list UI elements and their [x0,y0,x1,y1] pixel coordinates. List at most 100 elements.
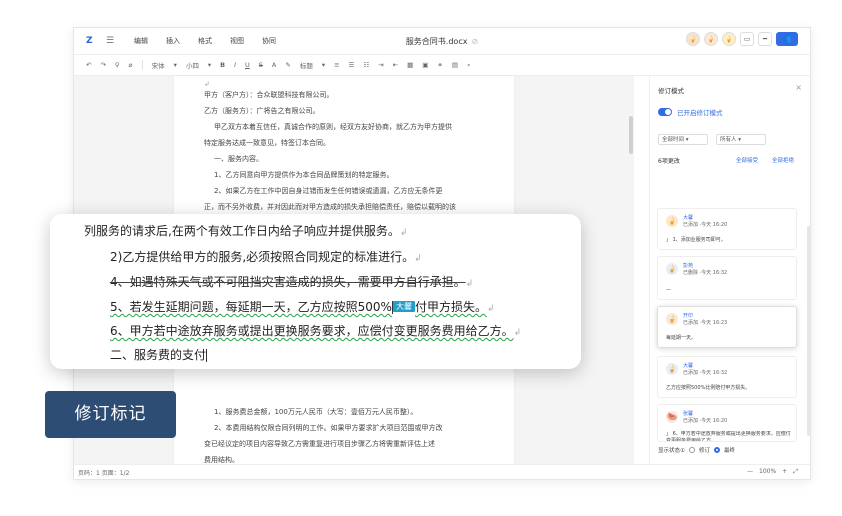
doc-line: 一、服务内容。 [214,155,263,163]
style-select[interactable]: 标题 [300,60,313,70]
radio-final[interactable] [713,447,720,453]
minus-icon[interactable]: ━ [758,32,772,46]
underline-icon[interactable]: U [245,61,250,69]
doc-line: 特定服务达成一致意见，特签订本合同。 [204,139,330,147]
zoom-controls: — 100% + ⤢ [747,468,798,476]
cloud-saved-icon: ⊘ [471,37,479,46]
comment-icon[interactable]: ▤ [452,61,458,69]
zoom-line-deleted: 4、如遇特殊天气或不可阻挡灾害造成的损失，需要甲方自行承担。↲ [110,275,474,289]
font-select[interactable]: 宋体 [152,60,165,70]
strikethrough-icon[interactable]: S [259,61,263,69]
zoom-in-icon[interactable]: + [782,468,787,476]
revision-card[interactable]: 🍉 张馨 已添加 ·今天 16:20 」 6、甲方若中途放弃服务或提出更换服务要… [657,404,797,442]
highlight-icon[interactable]: ✎ [285,61,290,69]
card-author: 开印 [683,313,694,319]
menu-icon[interactable]: ☰ [106,36,116,46]
align-icon[interactable]: ≡ [334,61,339,69]
chevron-down-icon[interactable]: ▾ [322,61,325,69]
change-count: 6项更改 [658,158,680,165]
card-meta: 已添加 ·今天 16:23 [683,320,728,326]
zoom-line-inserted: 6、甲方若中途放弃服务或提出更换服务要求，应偿付变更服务费用给乙方。↲ [110,324,522,338]
doc-line: 甲乙双方本着互信任，真诚合作的原则，经双方友好协商，就乙方为甲方提供 [214,123,452,131]
zoom-line: 2)乙方提供给甲方的服务,必须按照合同规定的标准进行。↲ [110,250,422,264]
indent-icon[interactable]: ⇥ [378,61,383,69]
menu-view[interactable]: 视图 [230,36,244,46]
doc-line: 正，而不另外收费，并对因此而对甲方造成的损失承担赔偿责任，赔偿以载明的该 [204,203,456,211]
display-status: 显示状态① 修订 最终 [658,446,735,454]
menu-format[interactable]: 格式 [198,36,212,46]
text-cursor [206,349,208,362]
card-body: 乙方应按照500%比例赔付甲方损失。 [666,385,751,391]
app-logo[interactable]: Z [86,36,96,46]
menu-collab[interactable]: 协同 [262,36,276,46]
revision-card[interactable]: 🍦 大馨 已添加 ·今天 16:20 」 1、添加业服务司即可。 [657,208,797,250]
italic-icon[interactable]: I [234,61,236,69]
doc-line: 乙方（服务方）：广将告之有限公司。 [204,107,320,115]
card-author: 大馨 [683,363,694,369]
time-filter[interactable]: 全部时间 ▾ [658,134,708,145]
search-icon[interactable]: ⌕ [467,61,471,70]
list-bullet-icon[interactable]: ☰ [349,61,355,69]
avatar: 🍦 [666,263,678,275]
zoom-line: 列服务的请求后,在两个有效工作日内给子响应并提供服务。↲ [84,224,408,238]
table-icon[interactable]: ▦ [407,61,413,69]
card-body: 」 1、添加业服务司即可。 [666,237,726,243]
revision-card[interactable]: 🍦 彭苑 已删除 ·今天 16:32 — [657,256,797,300]
doc-line: 2、如果乙方在工作中因自身过错而发生任何错误或遗漏，乙方应无条件更 [214,187,443,195]
card-meta: 已添加 ·今天 16:20 [683,418,728,424]
magnified-revision-view: 列服务的请求后,在两个有效工作日内给子响应并提供服务。↲ 2)乙方提供给甲方的服… [50,214,581,369]
card-meta: 已添加 ·今天 16:32 [683,370,728,376]
size-select[interactable]: 小四 [186,60,199,70]
zoom-level[interactable]: 100% [759,468,776,476]
paragraph-mark-icon: ↲ [204,80,210,88]
zoom-line: 二、服务费的支付 [110,348,208,362]
share-button[interactable]: 👥 [776,32,798,46]
doc-line: 1、服务费总金额，100万元人民币（大写：壹佰万元人民币整）。 [214,408,418,416]
doc-scrollbar[interactable] [628,76,634,466]
collaborator-avatar[interactable]: 🍦 [704,32,718,46]
doc-title[interactable]: 服务合同书.docx [406,37,468,46]
link-icon[interactable]: ⚭ [437,61,442,69]
zoom-out-icon[interactable]: — [747,468,753,476]
menu-insert[interactable]: 插入 [166,36,180,46]
image-icon[interactable]: ▣ [422,61,428,69]
card-body: — [666,287,671,293]
revision-card-active[interactable]: 🍦 开印 已添加 ·今天 16:23 每延期一天。 [657,306,797,348]
format-toolbar: ↶ ↷ ⚲ ⌀ 宋体 ▾ 小四 ▾ B I U S A ✎ 标题 ▾ ≡ ☰ ☷… [74,54,810,76]
people-filter[interactable]: 所有人 ▾ [716,134,766,145]
outdent-icon[interactable]: ⇤ [393,61,398,69]
zoom-line-inserted: 5、若发生延期问题，每延期一天，乙方应按照500% 大馨 付甲方损失。↲ [110,300,495,314]
bold-icon[interactable]: B [220,61,225,69]
author-tag: 大馨 [392,301,415,312]
font-color-icon[interactable]: A [272,61,276,69]
avatar: 🍉 [666,411,678,423]
menu-edit[interactable]: 编辑 [134,36,148,46]
revision-panel: 修订模式 × 已开启修订模式 全部时间 ▾ 所有人 ▾ 6项更改 全部接受 全部… [649,76,810,466]
radio-revise[interactable] [688,447,695,453]
scroll-thumb[interactable] [629,116,633,154]
radio-final-label: 最终 [723,448,735,454]
undo-icon[interactable]: ↶ [86,61,91,69]
card-body: 每延期一天。 [666,335,697,341]
revision-card[interactable]: 🍦 大馨 已添加 ·今天 16:32 乙方应按照500%比例赔付甲方损失。 [657,356,797,398]
close-icon[interactable]: × [795,83,802,92]
comment-icon[interactable]: ▭ [740,32,754,46]
chevron-down-icon[interactable]: ▾ [174,61,177,69]
fit-icon[interactable]: ⤢ [793,468,798,476]
list-number-icon[interactable]: ☷ [363,61,369,69]
revision-toggle[interactable] [658,108,672,116]
paint-format-icon[interactable]: ⚲ [115,61,120,69]
clear-format-icon[interactable]: ⌀ [129,61,133,69]
collaborator-avatar[interactable]: 🍦 [722,32,736,46]
accept-all-button[interactable]: 全部接受 [736,156,758,164]
page-info: 页码：1 页面：1/2 [78,469,130,477]
doc-line: 1、乙方同意向甲方提供作为本合同品牌策划的特定服务。 [214,171,394,179]
reject-all-button[interactable]: 全部拒绝 [772,156,794,164]
collaborator-avatar[interactable]: 🍦 [686,32,700,46]
avatar: 🍦 [666,215,678,227]
radio-revise-label: 修订 [698,448,710,454]
panel-scrollbar[interactable] [807,226,810,436]
chevron-down-icon[interactable]: ▾ [208,61,211,69]
redo-icon[interactable]: ↷ [100,61,105,69]
doc-line: 变已经议定的项目内容导致乙方需重复进行项目步骤乙方将需重新评估上述 [204,440,435,448]
